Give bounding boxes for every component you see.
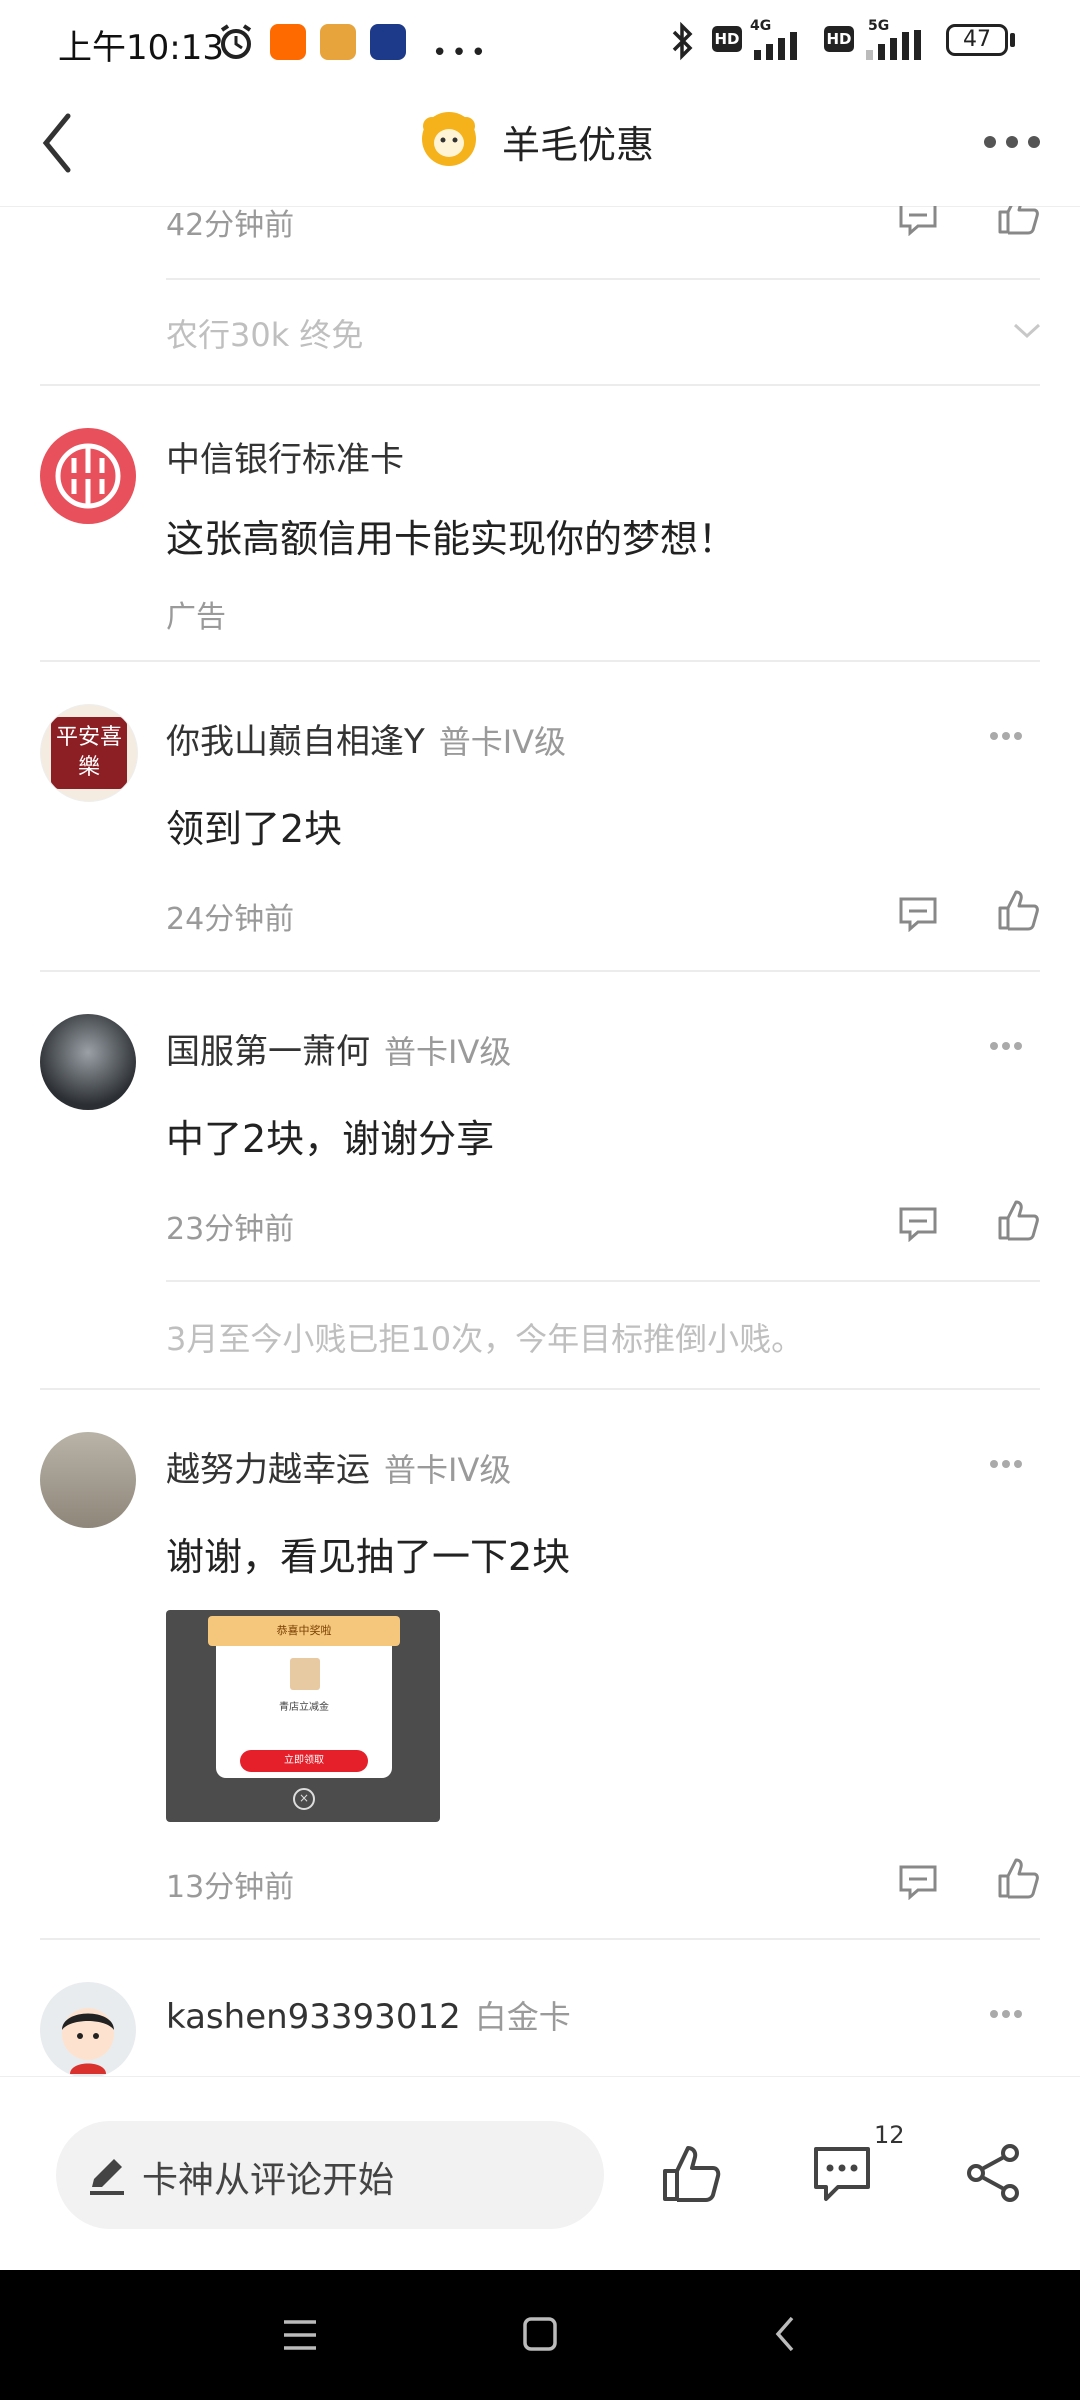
pencil-icon [90, 2159, 124, 2195]
avatar[interactable] [40, 1014, 136, 1110]
popup-text: 青店立减金 [279, 1702, 329, 1713]
user-level-badge: 白金卡 [474, 1998, 571, 2036]
reply-icon[interactable] [898, 1206, 938, 1242]
battery-tip [1010, 33, 1015, 47]
top-nav-bar: 羊毛优惠 [0, 84, 1080, 207]
comment-text: 中了2块，谢谢分享 [166, 1117, 495, 1161]
signal-icon-2 [866, 30, 921, 60]
comment-feed[interactable]: 42分钟前 农行30k 终免 中信银行标准卡 这张高额信用卡能实现你的梦想！ 广… [0, 206, 1080, 2076]
divider [40, 384, 1040, 386]
comment-placeholder: 卡神从评论开始 [142, 2160, 395, 2201]
home-icon[interactable] [522, 2316, 558, 2352]
back-arrow-icon[interactable] [38, 108, 78, 178]
alarm-icon [220, 24, 252, 59]
sheep-logo-icon [422, 112, 476, 166]
comment-more-icon[interactable] [988, 1040, 1024, 1052]
username[interactable]: 国服第一萧何 [166, 1032, 370, 1072]
more-menu-icon[interactable] [982, 134, 1042, 150]
comment-header: kashen93393012 白金卡 [166, 1992, 571, 2038]
battery-icon: 47 [946, 24, 1008, 56]
avatar[interactable]: 平安喜樂 [40, 704, 138, 802]
ad-text[interactable]: 这张高额信用卡能实现你的梦想！ [166, 508, 736, 563]
menu-icon[interactable] [282, 2318, 318, 2352]
cartoon-avatar-icon [62, 2008, 114, 2074]
reply-preview[interactable]: 农行30k 终免 [166, 310, 363, 356]
ad-name[interactable]: 中信银行标准卡 [166, 432, 404, 481]
popup-card: 恭喜中奖啦 青店立减金 立即领取 [208, 1616, 400, 1778]
bottom-action-bar: 卡神从评论开始 12 [0, 2076, 1080, 2271]
reply-icon[interactable] [898, 896, 938, 932]
reply-icon[interactable] [898, 1864, 938, 1900]
divider [40, 970, 1040, 972]
mi-app-icon [270, 24, 306, 60]
chevron-down-icon[interactable] [1012, 322, 1042, 340]
comments-icon[interactable] [810, 2141, 874, 2205]
citic-logo-icon [55, 443, 121, 509]
like-icon[interactable] [996, 1856, 1040, 1900]
reply-icon[interactable] [898, 206, 938, 236]
comment-text: 谢谢，看见抽了一下2块 [166, 1535, 571, 1579]
username[interactable]: 越努力越幸运 [166, 1450, 370, 1490]
system-nav-bar [0, 2270, 1080, 2400]
close-icon: × [293, 1788, 315, 1810]
coupon-graphic [290, 1658, 320, 1690]
comment-time: 24分钟前 [166, 902, 295, 937]
like-icon[interactable] [996, 888, 1040, 932]
comment-time: 23分钟前 [166, 1212, 295, 1247]
user-level-badge: 普卡IV级 [438, 723, 567, 761]
share-icon[interactable] [966, 2143, 1022, 2203]
comment-image[interactable]: 恭喜中奖啦 青店立减金 立即领取 × [166, 1610, 440, 1822]
app-icon [320, 24, 356, 60]
username[interactable]: 你我山巅自相逢Y [166, 722, 425, 762]
page-title: 羊毛优惠 [502, 123, 655, 167]
avatar[interactable] [40, 1982, 136, 2076]
bird-app-icon [370, 24, 406, 60]
popup-ribbon: 恭喜中奖啦 [208, 1616, 400, 1646]
comment-more-icon[interactable] [988, 1458, 1024, 1470]
divider [166, 1280, 1040, 1282]
citic-bank-logo[interactable] [40, 428, 136, 524]
hd-badge-2: HD [824, 26, 854, 52]
signal-icon-1 [754, 32, 797, 60]
comment-more-icon[interactable] [988, 2008, 1024, 2020]
divider [166, 278, 1040, 280]
popup-button: 立即领取 [240, 1750, 368, 1772]
like-button-icon[interactable] [660, 2143, 722, 2205]
like-icon[interactable] [996, 1198, 1040, 1242]
comment-more-icon[interactable] [988, 730, 1024, 742]
divider [40, 1938, 1040, 1940]
battery-level: 47 [963, 27, 991, 52]
status-bar: 上午10:13 ••• HD 4G HD 5G 47 [0, 0, 1080, 84]
comment-time: 13分钟前 [166, 1870, 295, 1905]
like-icon[interactable] [996, 206, 1040, 236]
comment-input[interactable]: 卡神从评论开始 [56, 2121, 604, 2229]
divider [40, 1388, 1040, 1390]
comment-count-badge: 12 [874, 2121, 905, 2149]
comment-time: 42分钟前 [166, 208, 295, 243]
user-level-badge: 普卡IV级 [384, 1033, 512, 1071]
bluetooth-icon [672, 21, 693, 61]
comment-header: 国服第一萧何 普卡IV级 [166, 1024, 511, 1073]
more-notifications-icon: ••• [432, 38, 491, 68]
avatar[interactable] [40, 1432, 136, 1528]
divider [40, 660, 1040, 662]
comment-text: 领到了2块 [166, 807, 343, 851]
ad-label: 广告 [166, 600, 226, 635]
hd-badge-1: HD [712, 26, 742, 52]
comment-header: 你我山巅自相逢Y 普卡IV级 [166, 714, 566, 763]
username[interactable]: kashen93393012 [166, 1997, 461, 2037]
avatar-text: 平安喜樂 [51, 717, 127, 789]
status-time: 上午10:13 [58, 28, 224, 68]
comment-header: 越努力越幸运 普卡IV级 [166, 1442, 511, 1491]
back-icon[interactable] [772, 2314, 798, 2354]
user-level-badge: 普卡IV级 [384, 1451, 512, 1489]
reply-preview[interactable]: 3月至今小贱已拒10次，今年目标推倒小贱。 [166, 1314, 803, 1360]
